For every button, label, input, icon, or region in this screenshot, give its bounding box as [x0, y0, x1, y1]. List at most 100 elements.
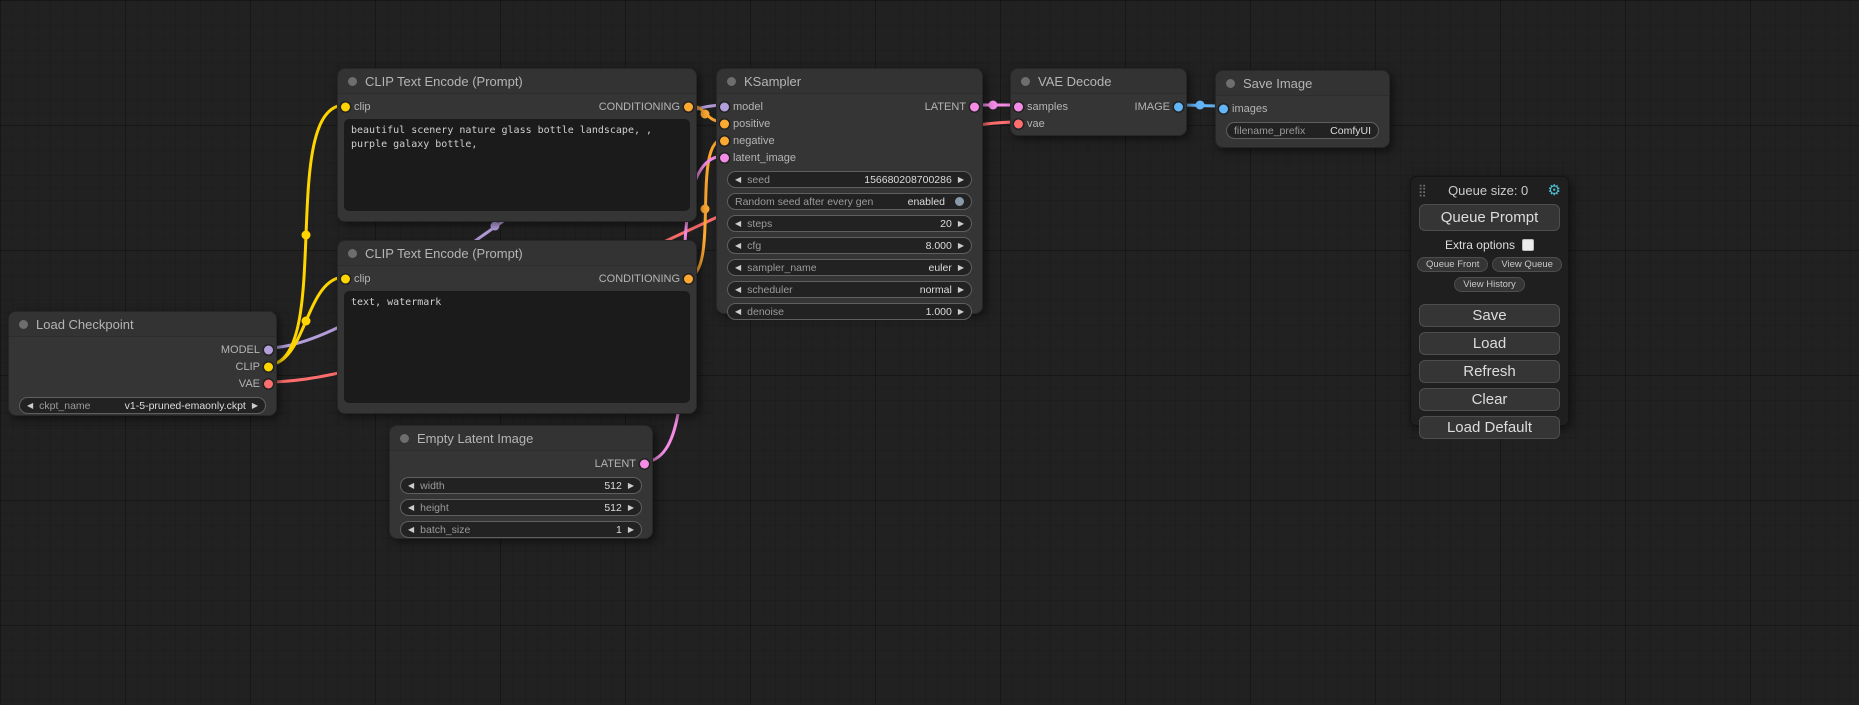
load-default-button[interactable]: Load Default — [1419, 416, 1560, 439]
sampler-name-widget[interactable]: ◀ sampler_name euler ▶ — [727, 259, 972, 276]
cfg-widget[interactable]: ◀ cfg 8.000 ▶ — [727, 237, 972, 254]
node-title-bar[interactable]: Empty Latent Image — [390, 426, 652, 451]
input-label-images: images — [1232, 103, 1267, 115]
node-collapse-dot[interactable] — [1226, 79, 1235, 88]
node-title-bar[interactable]: CLIP Text Encode (Prompt) — [338, 69, 696, 94]
decrement-arrow-icon[interactable]: ◀ — [735, 286, 741, 294]
decrement-arrow-icon[interactable]: ◀ — [408, 526, 414, 534]
decrement-arrow-icon[interactable]: ◀ — [735, 176, 741, 184]
increment-arrow-icon[interactable]: ▶ — [628, 482, 634, 490]
extra-options-checkbox[interactable] — [1522, 239, 1534, 251]
load-button[interactable]: Load — [1419, 332, 1560, 355]
refresh-button[interactable]: Refresh — [1419, 360, 1560, 383]
output-port-latent[interactable] — [640, 459, 649, 468]
increment-arrow-icon[interactable]: ▶ — [958, 220, 964, 228]
decrement-arrow-icon[interactable]: ◀ — [735, 220, 741, 228]
view-queue-button[interactable]: View Queue — [1492, 257, 1562, 272]
node-save-image[interactable]: Save Image images filename_prefix ComfyU… — [1215, 70, 1390, 148]
random-seed-toggle[interactable]: Random seed after every gen enabled — [727, 193, 972, 210]
widget-label: sampler_name — [747, 262, 816, 274]
output-port-conditioning[interactable] — [684, 102, 693, 111]
graph-canvas[interactable]: Load Checkpoint MODEL CLIP VAE ◀ ckpt_na… — [0, 0, 1859, 705]
input-port-samples[interactable] — [1014, 102, 1023, 111]
increment-arrow-icon[interactable]: ▶ — [252, 402, 258, 410]
node-collapse-dot[interactable] — [1021, 77, 1030, 86]
prompt-textarea[interactable]: text, watermark — [344, 291, 690, 403]
decrement-arrow-icon[interactable]: ◀ — [735, 308, 741, 316]
input-port-images[interactable] — [1219, 104, 1228, 113]
increment-arrow-icon[interactable]: ▶ — [628, 526, 634, 534]
clear-button[interactable]: Clear — [1419, 388, 1560, 411]
node-empty-latent-image[interactable]: Empty Latent Image LATENT ◀ width 512 ▶ … — [389, 425, 653, 539]
node-load-checkpoint[interactable]: Load Checkpoint MODEL CLIP VAE ◀ ckpt_na… — [8, 311, 277, 416]
node-collapse-dot[interactable] — [348, 77, 357, 86]
decrement-arrow-icon[interactable]: ◀ — [408, 504, 414, 512]
slot-row: model LATENT — [717, 98, 982, 115]
width-widget[interactable]: ◀ width 512 ▶ — [400, 477, 642, 494]
widget-value: 1.000 — [926, 306, 952, 318]
scheduler-widget[interactable]: ◀ scheduler normal ▶ — [727, 281, 972, 298]
slot-row: positive — [717, 115, 982, 132]
increment-arrow-icon[interactable]: ▶ — [958, 176, 964, 184]
node-title-bar[interactable]: Save Image — [1216, 71, 1389, 96]
node-title-bar[interactable]: VAE Decode — [1011, 69, 1186, 94]
seed-widget[interactable]: ◀ seed 156680208700286 ▶ — [727, 171, 972, 188]
increment-arrow-icon[interactable]: ▶ — [958, 308, 964, 316]
queue-prompt-button[interactable]: Queue Prompt — [1419, 204, 1560, 231]
node-clip-text-encode-negative[interactable]: CLIP Text Encode (Prompt) clip CONDITION… — [337, 240, 697, 414]
slot-row: vae — [1011, 115, 1186, 132]
input-port-model[interactable] — [720, 102, 729, 111]
drag-handle-icon[interactable]: ⣿ — [1418, 183, 1427, 197]
toggle-on-indicator[interactable] — [955, 197, 964, 206]
output-port-latent[interactable] — [970, 102, 979, 111]
batch-size-widget[interactable]: ◀ batch_size 1 ▶ — [400, 521, 642, 538]
input-port-negative[interactable] — [720, 136, 729, 145]
input-port-positive[interactable] — [720, 119, 729, 128]
node-title: Save Image — [1243, 76, 1312, 91]
output-port-conditioning[interactable] — [684, 274, 693, 283]
ckpt-name-widget[interactable]: ◀ ckpt_name v1-5-pruned-emaonly.ckpt ▶ — [19, 397, 266, 414]
steps-widget[interactable]: ◀ steps 20 ▶ — [727, 215, 972, 232]
increment-arrow-icon[interactable]: ▶ — [958, 286, 964, 294]
filename-prefix-widget[interactable]: filename_prefix ComfyUI — [1226, 122, 1379, 139]
prompt-textarea[interactable]: beautiful scenery nature glass bottle la… — [344, 119, 690, 211]
node-title-bar[interactable]: KSampler — [717, 69, 982, 94]
output-port-image[interactable] — [1174, 102, 1183, 111]
node-vae-decode[interactable]: VAE Decode samples IMAGE vae — [1010, 68, 1187, 136]
node-collapse-dot[interactable] — [19, 320, 28, 329]
node-body: clip CONDITIONING beautiful scenery natu… — [338, 94, 696, 211]
node-collapse-dot[interactable] — [348, 249, 357, 258]
input-port-vae[interactable] — [1014, 119, 1023, 128]
node-collapse-dot[interactable] — [727, 77, 736, 86]
node-title-bar[interactable]: CLIP Text Encode (Prompt) — [338, 241, 696, 266]
node-ksampler[interactable]: KSampler model LATENT positive negative … — [716, 68, 983, 314]
input-port-latent-image[interactable] — [720, 153, 729, 162]
slot-row: LATENT — [390, 455, 652, 472]
node-clip-text-encode-positive[interactable]: CLIP Text Encode (Prompt) clip CONDITION… — [337, 68, 697, 222]
settings-gear-icon[interactable]: ⚙ — [1548, 181, 1561, 199]
decrement-arrow-icon[interactable]: ◀ — [27, 402, 33, 410]
decrement-arrow-icon[interactable]: ◀ — [735, 264, 741, 272]
input-port-clip[interactable] — [341, 102, 350, 111]
height-widget[interactable]: ◀ height 512 ▶ — [400, 499, 642, 516]
view-history-button[interactable]: View History — [1454, 277, 1525, 292]
widget-value: ComfyUI — [1330, 125, 1371, 137]
denoise-widget[interactable]: ◀ denoise 1.000 ▶ — [727, 303, 972, 320]
increment-arrow-icon[interactable]: ▶ — [958, 242, 964, 250]
wire-midpoint-dot — [701, 205, 710, 214]
decrement-arrow-icon[interactable]: ◀ — [735, 242, 741, 250]
save-button[interactable]: Save — [1419, 304, 1560, 327]
node-title-bar[interactable]: Load Checkpoint — [9, 312, 276, 337]
output-port-vae[interactable] — [264, 379, 273, 388]
node-title: VAE Decode — [1038, 74, 1111, 89]
increment-arrow-icon[interactable]: ▶ — [628, 504, 634, 512]
increment-arrow-icon[interactable]: ▶ — [958, 264, 964, 272]
decrement-arrow-icon[interactable]: ◀ — [408, 482, 414, 490]
input-port-clip[interactable] — [341, 274, 350, 283]
output-port-model[interactable] — [264, 345, 273, 354]
node-collapse-dot[interactable] — [400, 434, 409, 443]
widget-value: enabled — [908, 196, 945, 208]
output-port-clip[interactable] — [264, 362, 273, 371]
queue-front-button[interactable]: Queue Front — [1417, 257, 1488, 272]
output-label-conditioning: CONDITIONING — [599, 273, 680, 285]
